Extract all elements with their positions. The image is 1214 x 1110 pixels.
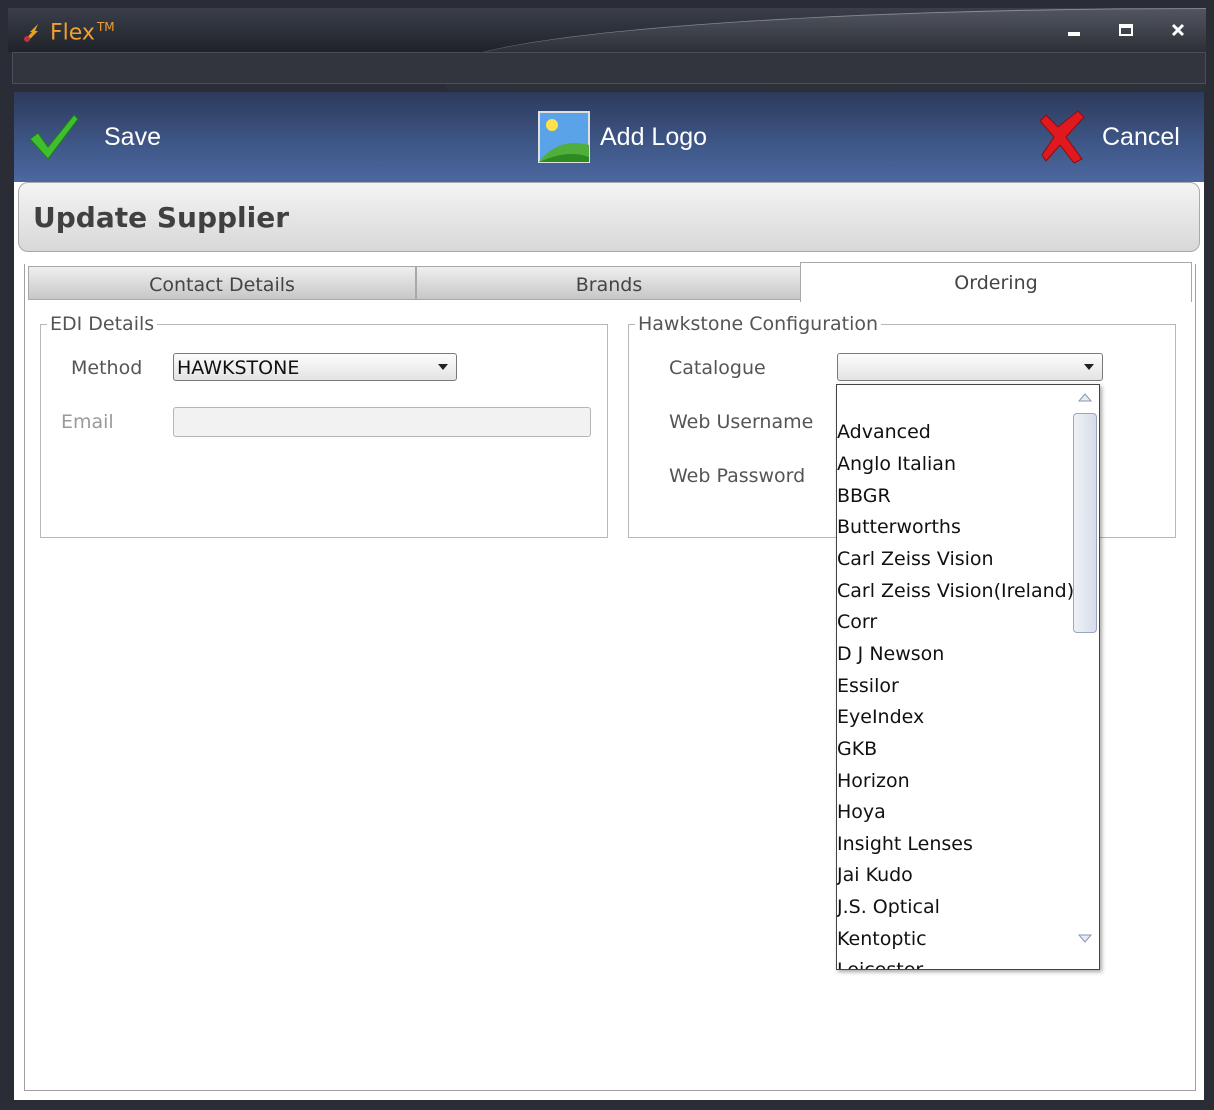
dropdown-scrollbar[interactable]: [1073, 385, 1097, 969]
catalogue-option[interactable]: GKB: [837, 738, 877, 760]
save-button[interactable]: Save: [26, 92, 161, 182]
scroll-down-arrow-icon[interactable]: [1077, 933, 1093, 945]
catalogue-option[interactable]: Hoya: [837, 801, 886, 823]
cancel-button[interactable]: Cancel: [1038, 92, 1180, 182]
method-value: HAWKSTONE: [177, 357, 300, 379]
chevron-down-icon: [438, 364, 448, 370]
menu-strip: [12, 52, 1206, 84]
catalogue-option[interactable]: Horizon: [837, 770, 910, 792]
app-title: Flex TM: [50, 20, 115, 45]
checkmark-icon: [29, 114, 79, 160]
edi-details-group: EDI Details Method HAWKSTONE Email: [40, 313, 608, 538]
catalogue-option[interactable]: Essilor: [837, 675, 899, 697]
catalogue-option[interactable]: Jai Kudo: [837, 864, 913, 886]
page-title: Update Supplier: [33, 201, 290, 234]
tab-label: Contact Details: [149, 274, 295, 296]
minimize-icon: [1068, 32, 1080, 36]
catalogue-option[interactable]: Advanced: [837, 421, 931, 443]
email-field[interactable]: [173, 407, 591, 437]
catalogue-option[interactable]: Leicester: [837, 959, 923, 969]
tab-contact-details[interactable]: Contact Details: [28, 266, 416, 300]
maximize-icon: [1119, 24, 1133, 36]
catalogue-option[interactable]: Butterworths: [837, 516, 961, 538]
scroll-up-arrow-icon[interactable]: [1077, 391, 1093, 403]
application-window: Flex TM Save Add Logo Cancel Update Supp…: [0, 0, 1214, 1110]
tab-brands[interactable]: Brands: [416, 266, 802, 300]
trademark: TM: [96, 20, 115, 34]
image-icon: [538, 111, 590, 163]
catalogue-option[interactable]: J.S. Optical: [837, 896, 940, 918]
catalogue-option[interactable]: Carl Zeiss Vision(Ireland): [837, 580, 1074, 602]
toolbar: Save Add Logo Cancel: [14, 92, 1204, 182]
web-username-label: Web Username: [669, 411, 814, 433]
catalogue-label: Catalogue: [669, 357, 766, 379]
email-label: Email: [61, 411, 114, 433]
catalogue-option[interactable]: BBGR: [837, 485, 891, 507]
close-window-button[interactable]: [1170, 22, 1186, 43]
page-header: Update Supplier: [18, 182, 1200, 252]
add-logo-label: Add Logo: [600, 122, 708, 151]
catalogue-option[interactable]: Kentoptic: [837, 928, 927, 950]
close-icon: [1171, 23, 1185, 37]
tab-label: Brands: [575, 274, 643, 296]
catalogue-option[interactable]: Insight Lenses: [837, 833, 973, 855]
maximize-button[interactable]: [1118, 22, 1134, 43]
method-select[interactable]: HAWKSTONE: [173, 353, 457, 381]
title-bar[interactable]: Flex TM: [8, 8, 1206, 99]
cancel-label: Cancel: [1102, 122, 1180, 151]
edi-details-legend: EDI Details: [47, 313, 158, 335]
save-label: Save: [104, 122, 161, 151]
tab-label: Ordering: [954, 272, 1038, 294]
chevron-down-icon: [1084, 364, 1094, 370]
web-password-label: Web Password: [669, 465, 806, 487]
method-label: Method: [71, 357, 143, 379]
add-logo-button[interactable]: Add Logo: [538, 92, 707, 182]
flex-logo-icon: [24, 24, 38, 42]
minimize-button[interactable]: [1066, 22, 1082, 43]
catalogue-option[interactable]: Anglo Italian: [837, 453, 956, 475]
cancel-x-icon: [1039, 110, 1085, 164]
app-name: Flex: [50, 20, 95, 46]
catalogue-option[interactable]: D J Newson: [837, 643, 944, 665]
catalogue-option[interactable]: Corr: [837, 611, 877, 633]
catalogue-select[interactable]: [837, 353, 1103, 381]
catalogue-dropdown-list[interactable]: Advanced Anglo Italian BBGR Butterworths…: [836, 384, 1100, 970]
tab-ordering[interactable]: Ordering: [800, 262, 1192, 302]
scrollbar-thumb[interactable]: [1073, 413, 1097, 633]
hawkstone-configuration-legend: Hawkstone Configuration: [635, 313, 882, 335]
catalogue-option[interactable]: EyeIndex: [837, 706, 924, 728]
catalogue-option[interactable]: Carl Zeiss Vision: [837, 548, 994, 570]
